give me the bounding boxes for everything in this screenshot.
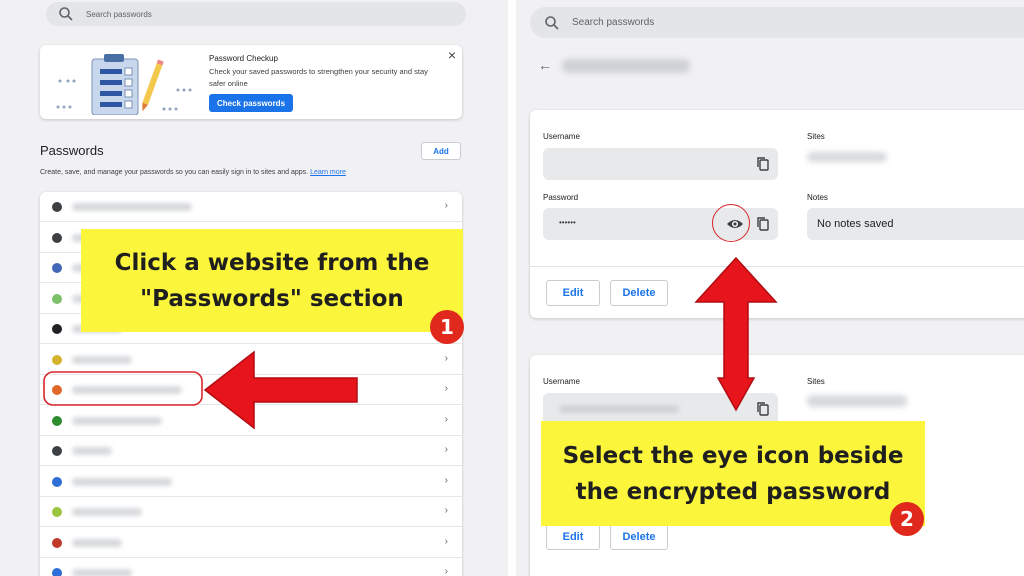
highlight-row-box	[43, 371, 203, 406]
callout-step-2: Select the eye icon beside the encrypted…	[541, 421, 925, 526]
step-2-badge: 2	[890, 502, 924, 536]
step-1-badge: 1	[430, 310, 464, 344]
arrow-pointing-left	[203, 350, 358, 430]
callout-step-1: Click a website from the "Passwords" sec…	[81, 229, 463, 332]
arrow-double-vertical	[694, 256, 778, 412]
